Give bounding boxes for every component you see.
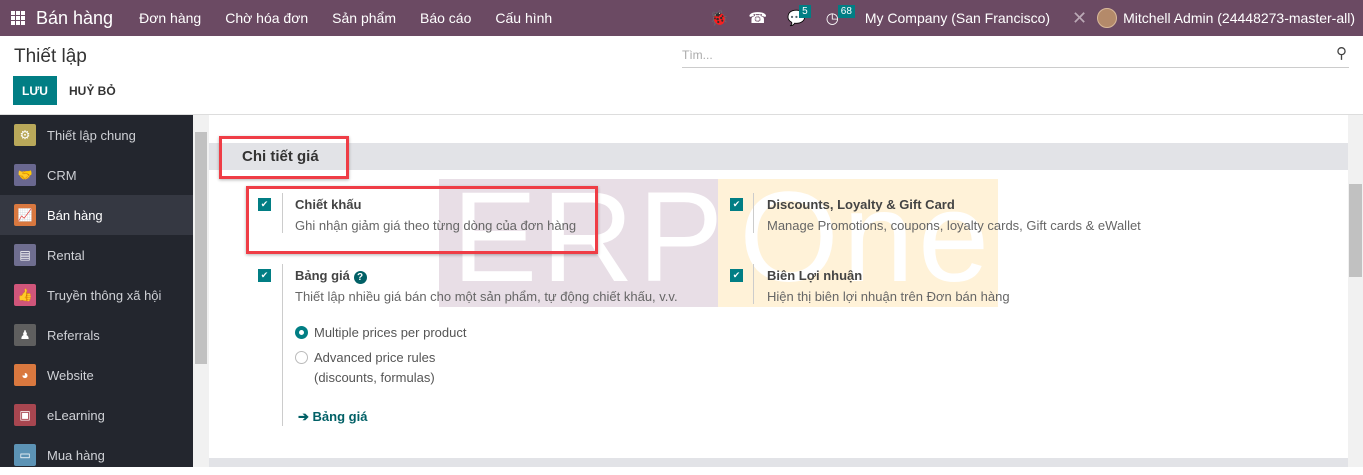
search-input[interactable]: Tìm... ⚲ (682, 44, 1349, 68)
activities-clock-icon[interactable]: ◷ 68 (826, 5, 855, 27)
menu-to-invoice[interactable]: Chờ hóa đơn (225, 10, 308, 26)
sidebar-item[interactable]: ▭ Mua hàng (0, 435, 193, 475)
sidebar-item[interactable]: ◕ Website (0, 355, 193, 395)
help-icon[interactable]: ? (353, 271, 367, 284)
sidebar-scrollbar[interactable] (193, 115, 209, 467)
sidebar-item[interactable]: ▤ Rental (0, 235, 193, 275)
settings-sidebar: ⚙ Thiết lập chung 🤝 CRM 📈 Bán hàng ▤ Rental 👍 Tru… (0, 115, 193, 467)
setting-desc: Hiện thị biên lợi nhuận trên Đơn bán hàn… (767, 289, 1010, 304)
radio-multiple-prices[interactable] (295, 326, 308, 339)
sidebar-item[interactable]: 👍 Truyền thông xã hội (0, 275, 193, 315)
sidebar-item[interactable]: ♟ Referrals (0, 315, 193, 355)
app-icon: 🤝 (14, 164, 36, 186)
radio-label: Multiple prices per product (314, 325, 467, 340)
content-scrollbar[interactable] (1348, 115, 1363, 467)
sidebar-item-label: Rental (47, 247, 85, 263)
app-icon: 👍 (14, 284, 36, 306)
app-icon: ▣ (14, 404, 36, 426)
sidebar-item-label: CRM (47, 167, 77, 183)
avatar[interactable] (1097, 8, 1118, 28)
sidebar-item[interactable]: ▣ eLearning (0, 395, 193, 435)
next-section-header (209, 458, 1348, 467)
sidebar-item-label: Referrals (47, 327, 100, 343)
highlight-box-discount (246, 186, 598, 254)
app-icon: ⚙ (14, 124, 36, 146)
app-icon: 📈 (14, 204, 36, 226)
setting-desc: Manage Promotions, coupons, loyalty card… (767, 218, 1141, 233)
app-icon: ▤ (14, 244, 36, 266)
margin-checkbox[interactable]: ✔ (730, 269, 743, 282)
apps-menu-icon[interactable] (11, 11, 25, 25)
setting-desc: Thiết lập nhiều giá bán cho một sản phẩm… (295, 289, 678, 304)
control-panel: Thiết lập Tìm... ⚲ LƯU HUỶ BỎ (0, 36, 1363, 115)
tools-icon[interactable]: ✕ (1072, 8, 1087, 29)
radio-label: Advanced price rules (314, 350, 436, 365)
top-navbar: Bán hàng Đơn hàng Chờ hóa đơn Sản phẩm B… (0, 0, 1363, 36)
messages-icon[interactable]: 💬 5 (787, 5, 811, 27)
phone-icon[interactable]: ☎ (748, 9, 767, 27)
sidebar-item-label: Thiết lập chung (47, 127, 136, 143)
sidebar-item-label: Mua hàng (47, 447, 105, 463)
highlight-box-section (219, 136, 349, 179)
app-icon: ◕ (14, 364, 36, 386)
app-icon: ▭ (14, 444, 36, 466)
page-title: Thiết lập (14, 46, 87, 67)
sidebar-item-label: eLearning (47, 407, 105, 423)
setting-title: Biên Lợi nhuận (767, 268, 863, 283)
setting-title: Bảng giá ? (295, 268, 367, 284)
radio-advanced-rules[interactable] (295, 351, 308, 364)
sidebar-item-label: Truyền thông xã hội (47, 287, 162, 303)
sidebar-item[interactable]: 📈 Bán hàng (0, 195, 193, 235)
save-button[interactable]: LƯU (13, 76, 57, 105)
loyalty-checkbox[interactable]: ✔ (730, 198, 743, 211)
app-icon: ♟ (14, 324, 36, 346)
menu-reporting[interactable]: Báo cáo (420, 10, 471, 26)
menu-orders[interactable]: Đơn hàng (139, 10, 201, 26)
search-placeholder: Tìm... (682, 48, 713, 62)
sidebar-item[interactable]: ⚙ Thiết lập chung (0, 115, 193, 155)
company-switcher[interactable]: My Company (San Francisco) (865, 10, 1050, 26)
sidebar-item[interactable]: 🤝 CRM (0, 155, 193, 195)
menu-configuration[interactable]: Cấu hình (495, 10, 552, 26)
radio-label-sub: (discounts, formulas) (314, 370, 435, 385)
activities-badge: 68 (837, 5, 855, 18)
sidebar-item-label: Website (47, 367, 94, 383)
arrow-right-icon: ➔ (298, 409, 309, 424)
pricelist-checkbox[interactable]: ✔ (258, 269, 271, 282)
pricelist-link[interactable]: ➔ Bảng giá (298, 409, 367, 425)
menu-products[interactable]: Sản phẩm (332, 10, 396, 26)
user-menu[interactable]: Mitchell Admin (24448273-master-all) (1123, 10, 1355, 26)
app-name[interactable]: Bán hàng (36, 8, 113, 29)
sidebar-item-label: Bán hàng (47, 207, 103, 223)
search-icon[interactable]: ⚲ (1336, 44, 1347, 62)
discard-button[interactable]: HUỶ BỎ (69, 76, 116, 105)
debug-bug-icon[interactable]: 🐞 (710, 9, 729, 27)
messages-badge: 5 (799, 5, 811, 18)
setting-title: Discounts, Loyalty & Gift Card (767, 197, 955, 212)
